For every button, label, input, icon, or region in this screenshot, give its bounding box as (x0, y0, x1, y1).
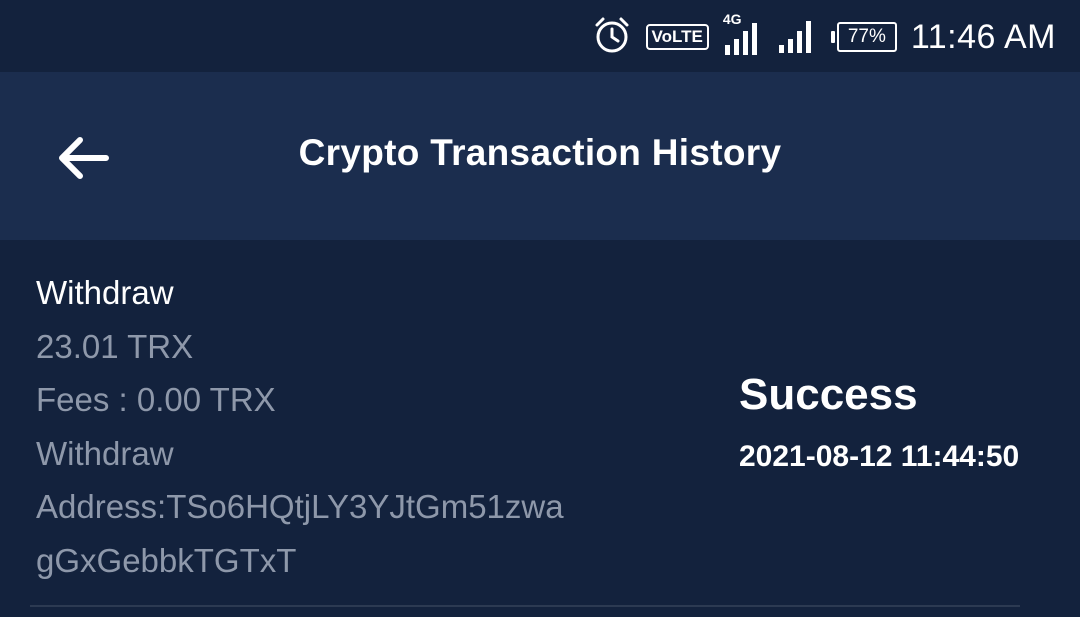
signal-4g-icon: 4G (723, 11, 763, 57)
transaction-address: Address:TSo6HQtjLY3YJtGm51zwagGxGebbkTGT… (36, 488, 564, 579)
transaction-type: Withdraw (36, 274, 174, 311)
divider (30, 605, 1020, 607)
battery-level: 77% (836, 22, 897, 52)
transaction-amount: 23.01 TRX (36, 327, 194, 365)
transaction-item[interactable]: Withdraw 23.01 TRX Fees : 0.00 TRX Withd… (0, 240, 1080, 617)
alarm-icon (592, 15, 632, 60)
status-icons: VoLTE 4G 77% 11:46 AM (592, 11, 1056, 60)
transaction-status: Success (739, 370, 918, 419)
volte-icon: VoLTE (645, 24, 709, 50)
transaction-kind: Withdraw (36, 434, 174, 472)
transaction-details: Withdraw 23.01 TRX Fees : 0.00 TRX Withd… (36, 266, 676, 587)
transaction-datetime: 2021-08-12 11:44:50 (739, 440, 1020, 473)
battery-icon: 77% (830, 22, 897, 52)
signal-icon (777, 15, 817, 60)
page-title: Crypto Transaction History (298, 132, 782, 173)
transaction-fees: Fees : 0.00 TRX (36, 381, 276, 418)
app-bar: Crypto Transaction History (0, 72, 1080, 240)
status-bar: VoLTE 4G 77% 11:46 AM (0, 0, 1080, 72)
status-time: 11:46 AM (910, 17, 1056, 56)
